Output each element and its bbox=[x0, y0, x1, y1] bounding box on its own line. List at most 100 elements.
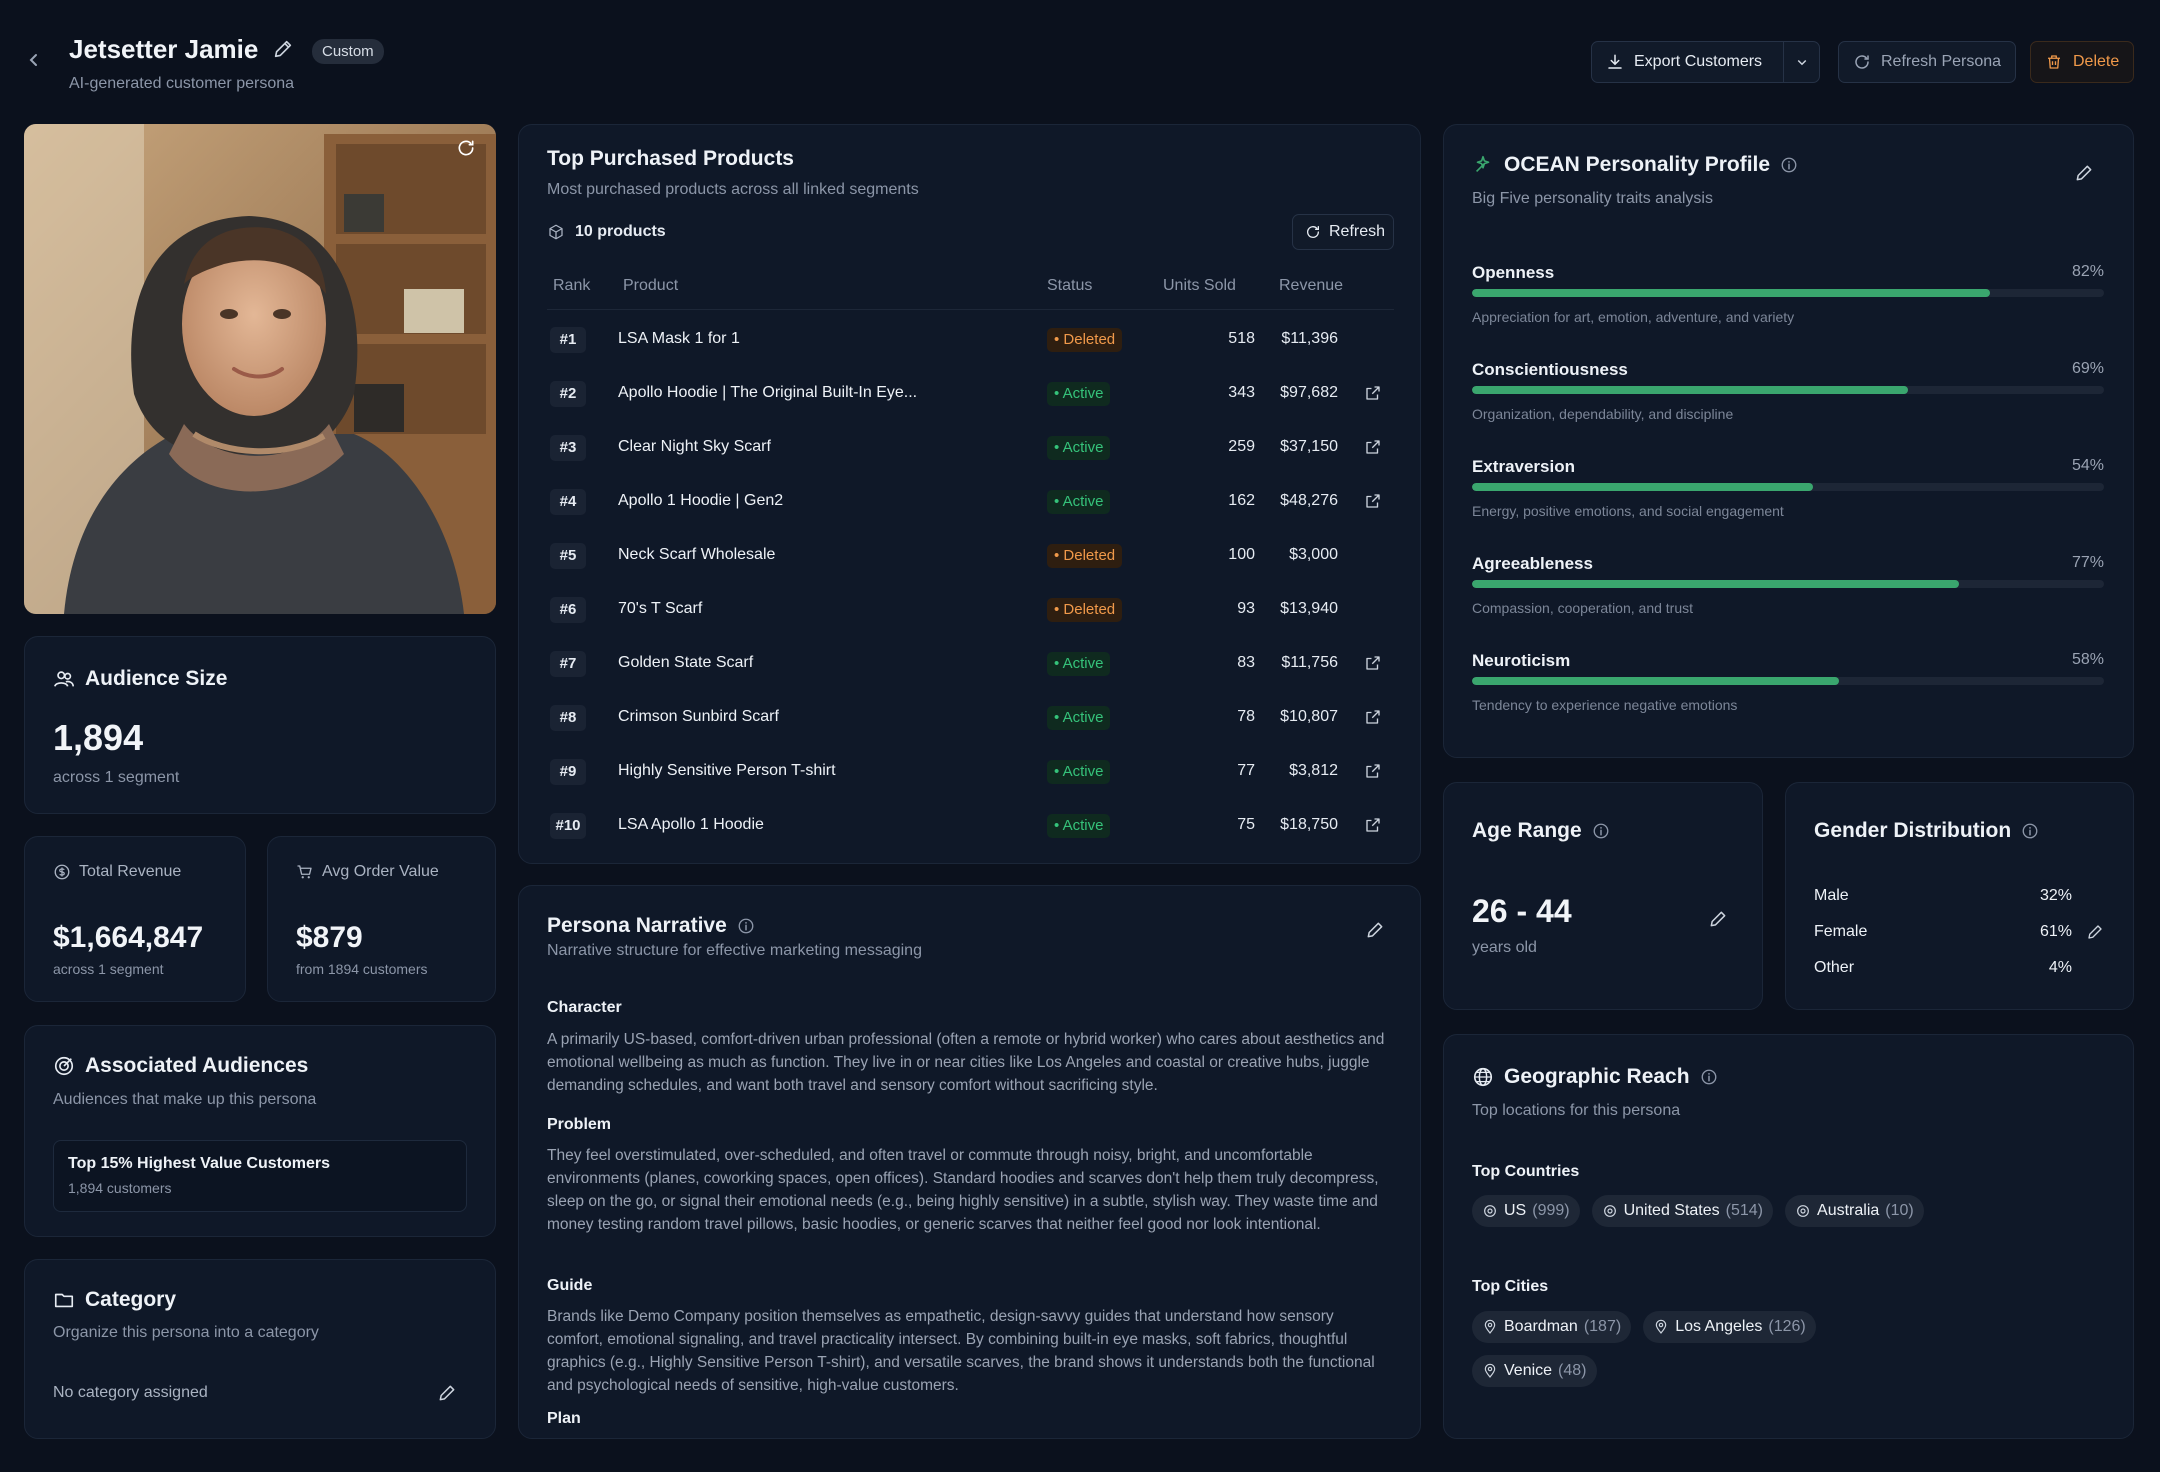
column-header-rank: Rank bbox=[553, 277, 591, 294]
trait-percent: 58% bbox=[2071, 651, 2104, 668]
product-name: Clear Night Sky Scarf bbox=[618, 438, 771, 455]
table-row[interactable]: #2 Apollo Hoodie | The Original Built-In … bbox=[519, 367, 1422, 421]
external-link-icon[interactable] bbox=[1364, 384, 1384, 404]
top-products-title: Top Purchased Products bbox=[547, 147, 794, 170]
ocean-profile-sub: Big Five personality traits analysis bbox=[1472, 190, 1713, 207]
trait-neuroticism: Neuroticism 58% Tendency to experience neg… bbox=[1472, 651, 2104, 721]
rank-badge: #2 bbox=[550, 381, 586, 407]
top-products-card: Top Purchased Products Most purchased pr… bbox=[518, 124, 1421, 864]
gender-distribution-title: Gender Distribution bbox=[1814, 819, 2012, 842]
units-sold: 93 bbox=[1237, 600, 1255, 617]
revenue: $3,812 bbox=[1289, 762, 1338, 779]
column-header-units-sold: Units Sold bbox=[1163, 277, 1236, 294]
users-icon bbox=[53, 668, 75, 690]
column-header-status: Status bbox=[1047, 277, 1093, 294]
location-target-icon bbox=[1602, 1203, 1618, 1219]
city-chip[interactable]: Boardman (187) bbox=[1472, 1311, 1632, 1343]
trait-percent: 77% bbox=[2071, 554, 2104, 571]
info-icon[interactable] bbox=[2021, 822, 2039, 840]
top-products-sub: Most purchased products across all linke… bbox=[547, 181, 919, 198]
table-row[interactable]: #5 Neck Scarf Wholesale • Deleted 100 $3,000 bbox=[519, 529, 1422, 583]
export-customers-button[interactable]: Export Customers bbox=[1591, 41, 1820, 83]
edit-gender-pencil-icon[interactable] bbox=[2086, 923, 2104, 941]
total-revenue-sub: across 1 segment bbox=[53, 961, 164, 977]
info-icon[interactable] bbox=[1780, 156, 1798, 174]
trait-progress-fill bbox=[1472, 386, 1909, 394]
location-name: Los Angeles bbox=[1675, 1318, 1763, 1335]
edit-category-pencil-icon[interactable] bbox=[437, 1383, 457, 1403]
country-chip[interactable]: United States (514) bbox=[1591, 1195, 1774, 1227]
trait-conscientiousness: Conscientiousness 69% Organization, depend… bbox=[1472, 360, 2104, 430]
refresh-products-button[interactable]: Refresh bbox=[1292, 214, 1394, 250]
status-badge: • Active bbox=[1047, 814, 1111, 838]
globe-icon bbox=[1472, 1066, 1494, 1088]
trait-description: Organization, dependability, and discipl… bbox=[1472, 406, 1734, 422]
table-row[interactable]: #10 LSA Apollo 1 Hoodie • Active 75 $18,750 bbox=[519, 799, 1422, 853]
table-row[interactable]: #3 Clear Night Sky Scarf • Active 259 $37,15… bbox=[519, 421, 1422, 475]
country-chip[interactable]: US (999) bbox=[1472, 1195, 1580, 1227]
trait-openness: Openness 82% Appreciation for art, emotion… bbox=[1472, 263, 2104, 333]
gender-distribution-card: Gender Distribution Male 32% Female 61% … bbox=[1785, 782, 2134, 1010]
table-row[interactable]: #8 Crimson Sunbird Scarf • Active 78 $10,807 bbox=[519, 691, 1422, 745]
info-icon[interactable] bbox=[1700, 1068, 1718, 1086]
table-row[interactable]: #6 70's T Scarf • Deleted 93 $13,940 bbox=[519, 583, 1422, 637]
back-chevron-icon[interactable] bbox=[22, 48, 46, 72]
location-count: (10) bbox=[1885, 1202, 1914, 1219]
chevron-down-icon[interactable] bbox=[1793, 53, 1811, 71]
info-icon[interactable] bbox=[1592, 822, 1610, 840]
city-chip[interactable]: Los Angeles (126) bbox=[1643, 1311, 1816, 1343]
custom-badge: Custom bbox=[312, 39, 384, 64]
refresh-persona-button[interactable]: Refresh Persona bbox=[1838, 41, 2016, 83]
edit-narrative-pencil-icon[interactable] bbox=[1365, 920, 1385, 940]
product-name: Apollo 1 Hoodie | Gen2 bbox=[618, 492, 784, 509]
refresh-photo-icon[interactable] bbox=[456, 138, 478, 160]
city-chip[interactable]: Venice (48) bbox=[1472, 1355, 1597, 1387]
total-revenue-value: $1,664,847 bbox=[53, 921, 204, 954]
status-label: Deleted bbox=[1063, 601, 1116, 618]
refresh-persona-label: Refresh Persona bbox=[1881, 53, 2002, 70]
external-link-icon[interactable] bbox=[1364, 654, 1384, 674]
geographic-reach-sub: Top locations for this persona bbox=[1472, 1102, 1681, 1119]
delete-button[interactable]: Delete bbox=[2030, 41, 2134, 83]
product-name: Golden State Scarf bbox=[618, 654, 754, 671]
gender-other-pct: 4% bbox=[2048, 959, 2072, 976]
external-link-icon[interactable] bbox=[1364, 438, 1384, 458]
external-link-icon[interactable] bbox=[1364, 492, 1384, 512]
table-row[interactable]: #1 LSA Mask 1 for 1 • Deleted 518 $11,396 bbox=[519, 313, 1422, 367]
location-count: (999) bbox=[1532, 1202, 1570, 1219]
edit-ocean-pencil-icon[interactable] bbox=[2074, 163, 2094, 183]
edit-age-pencil-icon[interactable] bbox=[1708, 909, 1728, 929]
external-link-icon[interactable] bbox=[1364, 708, 1384, 728]
external-link-icon[interactable] bbox=[1364, 816, 1384, 836]
product-name: 70's T Scarf bbox=[618, 600, 703, 617]
edit-pencil-icon[interactable] bbox=[272, 38, 296, 62]
trait-progress-bar bbox=[1472, 580, 2104, 588]
audience-size-value: 1,894 bbox=[53, 717, 144, 758]
audience-item-count: 1,894 customers bbox=[68, 1180, 172, 1196]
table-row[interactable]: #9 Highly Sensitive Person T-shirt • Activ… bbox=[519, 745, 1422, 799]
category-title: Category bbox=[85, 1288, 177, 1311]
trait-progress-fill bbox=[1472, 677, 1839, 685]
audience-list-item[interactable]: Top 15% Highest Value Customers 1,894 cu… bbox=[53, 1140, 467, 1212]
trait-description: Compassion, cooperation, and trust bbox=[1472, 600, 1694, 616]
target-icon bbox=[53, 1055, 75, 1077]
rank-badge: #4 bbox=[550, 489, 586, 515]
audience-size-card: Audience Size 1,894 across 1 segment bbox=[24, 636, 496, 814]
units-sold: 83 bbox=[1237, 654, 1255, 671]
trait-agreeableness: Agreeableness 77% Compassion, cooperation,… bbox=[1472, 554, 2104, 624]
external-link-icon[interactable] bbox=[1364, 762, 1384, 782]
gender-female-label: Female bbox=[1814, 923, 1868, 940]
country-chip[interactable]: Australia (10) bbox=[1785, 1195, 1924, 1227]
refresh-products-label: Refresh bbox=[1329, 223, 1386, 240]
narrative-character-text: A primarily US-based, comfort-driven urb… bbox=[547, 1031, 1385, 1094]
gender-male-label: Male bbox=[1814, 887, 1849, 904]
units-sold: 162 bbox=[1228, 492, 1255, 509]
status-badge: • Active bbox=[1047, 490, 1111, 514]
table-row[interactable]: #7 Golden State Scarf • Active 83 $11,756 bbox=[519, 637, 1422, 691]
info-icon[interactable] bbox=[737, 917, 755, 935]
table-row[interactable]: #4 Apollo 1 Hoodie | Gen2 • Active 162 $48,2… bbox=[519, 475, 1422, 529]
status-label: Active bbox=[1062, 439, 1104, 456]
product-name: LSA Mask 1 for 1 bbox=[618, 330, 740, 347]
age-range-sub: years old bbox=[1472, 939, 1537, 956]
status-label: Active bbox=[1062, 493, 1104, 510]
